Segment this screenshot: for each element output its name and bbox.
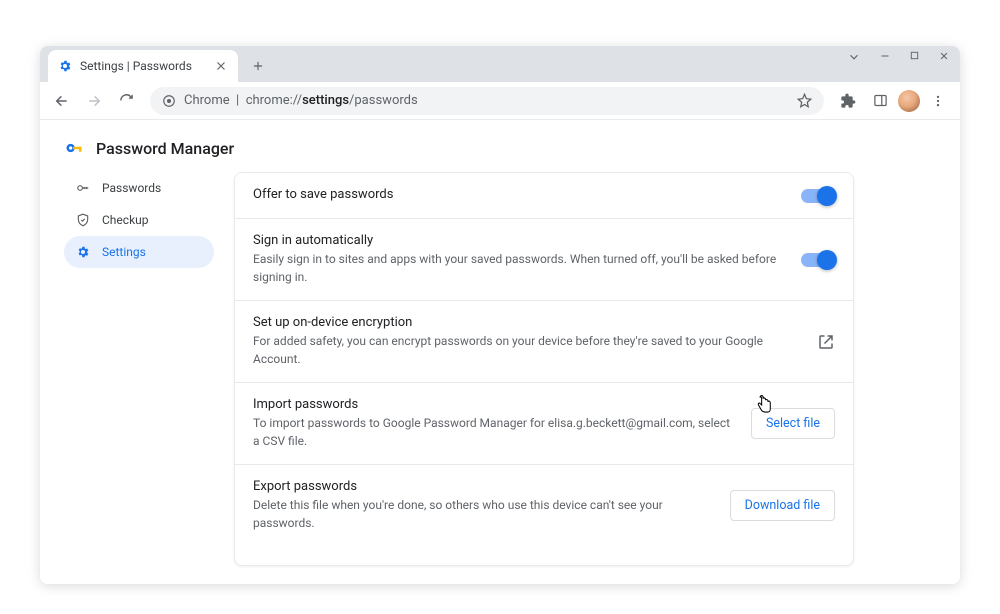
puzzle-icon — [840, 93, 856, 109]
address-bar[interactable]: Chrome | chrome://settings/passwords — [150, 87, 824, 115]
select-file-button[interactable]: Select file — [751, 408, 835, 439]
row-export: Export passwords Delete this file when y… — [235, 465, 853, 546]
row-title: Offer to save passwords — [253, 187, 785, 202]
back-button[interactable] — [48, 87, 76, 115]
sidebar-item-passwords[interactable]: Passwords — [64, 172, 214, 204]
minimize-icon[interactable] — [879, 50, 891, 62]
forward-button[interactable] — [80, 87, 108, 115]
toggle-auto-signin[interactable] — [801, 253, 835, 267]
download-file-button[interactable]: Download file — [730, 490, 835, 521]
page-title: Password Manager — [96, 139, 234, 158]
tab-settings-passwords[interactable]: Settings | Passwords — [48, 50, 238, 82]
gear-icon — [76, 245, 90, 259]
shield-check-icon — [76, 213, 90, 227]
row-title: Sign in automatically — [253, 233, 785, 248]
chrome-page-icon — [162, 94, 176, 108]
row-offer-save: Offer to save passwords — [235, 173, 853, 219]
toolbar: Chrome | chrome://settings/passwords — [40, 82, 960, 120]
close-window-icon[interactable] — [938, 50, 950, 62]
close-icon[interactable] — [214, 59, 228, 73]
browser-window: Settings | Passwords Chrome | chrome://s… — [40, 46, 960, 584]
arrow-left-icon — [54, 93, 70, 109]
tab-title: Settings | Passwords — [80, 59, 206, 73]
new-tab-button[interactable] — [244, 52, 272, 80]
tab-strip: Settings | Passwords — [40, 46, 960, 82]
panel-icon — [873, 93, 888, 108]
arrow-right-icon — [86, 93, 102, 109]
sidebar: Passwords Checkup Settings — [64, 172, 214, 566]
maximize-icon[interactable] — [909, 50, 920, 61]
open-external-icon — [817, 333, 835, 351]
chevron-down-icon[interactable] — [847, 50, 861, 64]
row-subtitle: For added safety, you can encrypt passwo… — [253, 332, 801, 368]
url-text: Chrome | chrome://settings/passwords — [184, 93, 418, 108]
sidebar-item-label: Checkup — [102, 213, 149, 227]
side-panel-button[interactable] — [866, 87, 894, 115]
window-controls — [847, 50, 950, 64]
reload-button[interactable] — [112, 87, 140, 115]
gear-icon — [58, 59, 72, 73]
sidebar-item-label: Settings — [102, 245, 146, 259]
extensions-button[interactable] — [834, 87, 862, 115]
profile-avatar[interactable] — [898, 90, 920, 112]
row-title: Set up on-device encryption — [253, 315, 801, 330]
page-content: Password Manager Passwords Checkup Setti… — [40, 120, 960, 584]
key-icon — [76, 181, 90, 195]
kebab-icon — [931, 94, 945, 108]
settings-panel: Offer to save passwords Sign in automati… — [234, 172, 854, 566]
row-auto-signin: Sign in automatically Easily sign in to … — [235, 219, 853, 301]
password-manager-header: Password Manager — [64, 138, 936, 158]
row-subtitle: Delete this file when you're done, so ot… — [253, 496, 714, 532]
toggle-offer-save[interactable] — [801, 189, 835, 203]
password-manager-logo-icon — [64, 138, 84, 158]
row-subtitle: To import passwords to Google Password M… — [253, 414, 735, 450]
bookmark-star-icon[interactable] — [797, 93, 812, 108]
reload-icon — [119, 93, 134, 108]
row-title: Import passwords — [253, 397, 735, 412]
sidebar-item-checkup[interactable]: Checkup — [64, 204, 214, 236]
menu-button[interactable] — [924, 87, 952, 115]
row-title: Export passwords — [253, 479, 714, 494]
row-encryption[interactable]: Set up on-device encryption For added sa… — [235, 301, 853, 383]
sidebar-item-settings[interactable]: Settings — [64, 236, 214, 268]
sidebar-item-label: Passwords — [102, 181, 161, 195]
plus-icon — [251, 59, 265, 73]
row-import: Import passwords To import passwords to … — [235, 383, 853, 465]
row-subtitle: Easily sign in to sites and apps with yo… — [253, 250, 785, 286]
